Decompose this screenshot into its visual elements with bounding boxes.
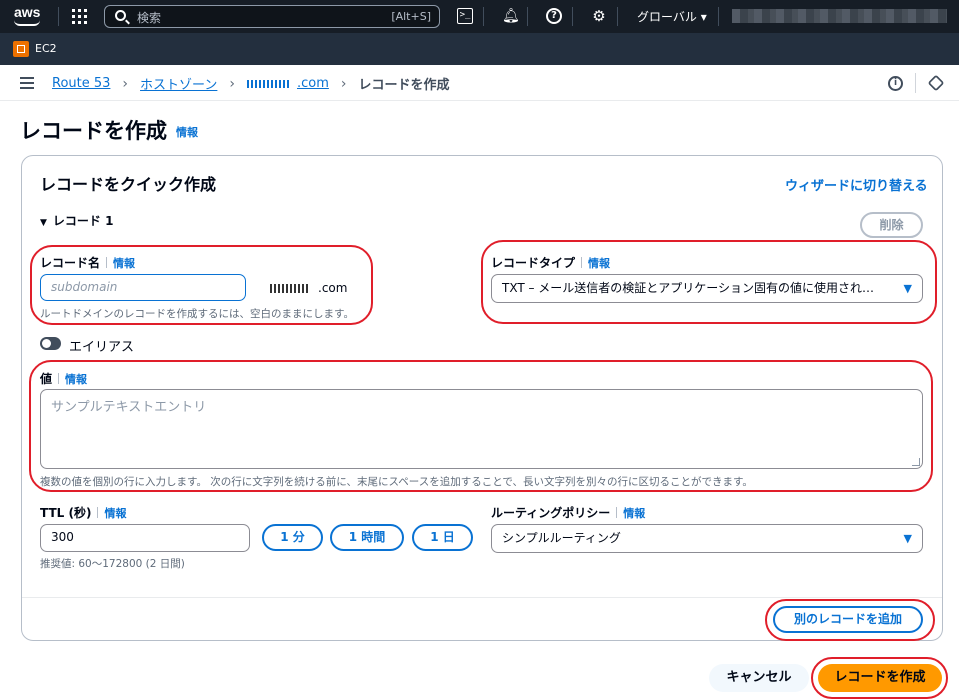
nav-divider bbox=[572, 7, 573, 26]
value-label-text: 値 bbox=[40, 372, 53, 386]
caret-down-icon: ▼ bbox=[40, 218, 47, 228]
gear-icon[interactable]: ⚙ bbox=[591, 8, 607, 24]
routing-policy-info-link[interactable]: 情報 bbox=[623, 507, 645, 520]
breadcrumb-route53[interactable]: Route 53 bbox=[52, 76, 110, 91]
notifications-icon[interactable] bbox=[927, 74, 945, 92]
label-divider bbox=[97, 507, 99, 518]
record-1-label: レコード 1 bbox=[52, 214, 114, 228]
routing-policy-label: ルーティングポリシー 情報 bbox=[491, 504, 645, 521]
breadcrumb-domain[interactable]: .com bbox=[247, 76, 329, 91]
ttl-1-minute-button[interactable]: 1 分 bbox=[262, 524, 323, 551]
bell-icon[interactable]: 🔔︎ bbox=[502, 8, 520, 24]
breadcrumb-domain-suffix: .com bbox=[297, 76, 329, 91]
record-name-label-text: レコード名 bbox=[40, 256, 101, 270]
nav-divider bbox=[483, 7, 484, 26]
record-name-input[interactable]: subdomain bbox=[40, 274, 246, 301]
aws-smile-icon bbox=[14, 20, 40, 26]
cloudshell-icon[interactable]: >_ bbox=[457, 8, 473, 24]
region-selector[interactable]: グローバル ▾ bbox=[637, 8, 707, 25]
grid-icon[interactable] bbox=[72, 9, 87, 24]
ttl-1-hour-button[interactable]: 1 時間 bbox=[330, 524, 404, 551]
top-navigation: aws 検索 [Alt+S] >_ 🔔︎ ? ⚙ グローバル ▾ bbox=[0, 0, 959, 33]
container-divider bbox=[22, 597, 942, 598]
record-type-select[interactable]: TXT – メール送信者の検証とアプリケーション固有の値に使用され… ▼ bbox=[491, 274, 923, 303]
domain-suffix: .com bbox=[270, 281, 347, 295]
ttl-label: TTL (秒) 情報 bbox=[40, 504, 126, 521]
value-label: 値情報 bbox=[40, 370, 87, 387]
nav-divider bbox=[617, 7, 618, 26]
breadcrumb-current: レコードを作成 bbox=[358, 78, 450, 93]
caret-down-icon: ▼ bbox=[903, 532, 912, 545]
routing-policy-label-text: ルーティングポリシー bbox=[491, 506, 611, 520]
delete-record-button[interactable]: 削除 bbox=[860, 212, 923, 238]
value-placeholder: サンプルテキストエントリ bbox=[51, 400, 207, 415]
add-another-record-button[interactable]: 別のレコードを追加 bbox=[773, 606, 923, 633]
ttl-1-day-button[interactable]: 1 日 bbox=[412, 524, 473, 551]
search-icon bbox=[115, 10, 126, 21]
redacted-domain bbox=[247, 79, 289, 88]
routing-policy-value: シンプルルーティング bbox=[502, 531, 621, 545]
alias-toggle[interactable] bbox=[40, 337, 61, 350]
page-info-link[interactable]: 情報 bbox=[176, 124, 198, 140]
search-shortcut: [Alt+S] bbox=[391, 10, 431, 23]
chevron-right-icon: › bbox=[340, 75, 347, 92]
value-textarea[interactable]: サンプルテキストエントリ bbox=[40, 389, 923, 469]
record-name-hint: ルートドメインのレコードを作成するには、空白のままにします。 bbox=[40, 308, 354, 320]
create-records-button[interactable]: レコードを作成 bbox=[818, 664, 942, 692]
search-input[interactable]: 検索 [Alt+S] bbox=[104, 5, 440, 28]
routing-policy-select[interactable]: シンプルルーティング ▼ bbox=[491, 524, 923, 553]
ttl-hint: 推奨値: 60～172800 (2 日間) bbox=[40, 558, 185, 570]
record-type-value: TXT – メール送信者の検証とアプリケーション固有の値に使用され… bbox=[502, 281, 875, 295]
breadcrumb-bar: Route 53 › ホストゾーン › .com › レコードを作成 i bbox=[0, 65, 959, 101]
chevron-right-icon: › bbox=[229, 75, 235, 92]
breadcrumb-hosted-zones[interactable]: ホストゾーン bbox=[140, 74, 217, 93]
record-1-expander[interactable]: ▼ レコード 1 bbox=[40, 212, 113, 229]
record-type-info-link[interactable]: 情報 bbox=[588, 257, 610, 270]
label-divider bbox=[616, 507, 618, 518]
record-name-info-link[interactable]: 情報 bbox=[113, 257, 135, 270]
aws-logo-text: aws bbox=[14, 4, 41, 20]
ttl-label-text: TTL (秒) bbox=[40, 506, 92, 520]
label-divider bbox=[581, 257, 583, 268]
resize-handle-icon[interactable] bbox=[912, 458, 920, 466]
value-hint: 複数の値を個別の行に入力します。 次の行に文字列を続ける前に、末尾にスペースを追… bbox=[40, 476, 753, 488]
service-bar: EC2 bbox=[0, 33, 959, 65]
label-divider bbox=[58, 373, 60, 384]
record-type-label-text: レコードタイプ bbox=[491, 256, 576, 270]
cancel-button[interactable]: キャンセル bbox=[709, 664, 809, 692]
ec2-service-link[interactable]: EC2 bbox=[35, 42, 57, 55]
nav-divider bbox=[527, 7, 528, 26]
help-icon[interactable]: ? bbox=[546, 8, 562, 24]
ttl-input[interactable]: 300 bbox=[40, 524, 250, 552]
domain-suffix-text: .com bbox=[318, 281, 348, 295]
record-type-label: レコードタイプ 情報 bbox=[491, 254, 610, 271]
redacted-domain bbox=[270, 284, 310, 293]
divider bbox=[915, 73, 916, 93]
label-divider bbox=[106, 257, 108, 268]
ttl-info-link[interactable]: 情報 bbox=[104, 507, 126, 520]
alias-label: エイリアス bbox=[69, 340, 135, 355]
search-placeholder: 検索 bbox=[137, 11, 162, 25]
section-title: レコードをクイック作成 bbox=[40, 175, 217, 194]
breadcrumb: Route 53 › ホストゾーン › .com › レコードを作成 bbox=[52, 74, 450, 94]
nav-divider bbox=[58, 7, 59, 26]
page-title: レコードを作成 bbox=[20, 119, 167, 143]
aws-logo[interactable]: aws bbox=[12, 4, 44, 28]
record-name-label: レコード名 情報 bbox=[40, 254, 135, 271]
value-info-link[interactable]: 情報 bbox=[65, 373, 87, 386]
chevron-right-icon: › bbox=[122, 75, 129, 92]
ec2-service-icon[interactable] bbox=[13, 41, 29, 57]
info-panel-icon[interactable]: i bbox=[888, 76, 903, 91]
caret-down-icon: ▼ bbox=[903, 282, 912, 295]
nav-divider bbox=[718, 7, 719, 26]
menu-icon[interactable] bbox=[20, 77, 34, 89]
account-menu[interactable] bbox=[732, 9, 947, 23]
switch-to-wizard-link[interactable]: ウィザードに切り替える bbox=[785, 175, 928, 194]
